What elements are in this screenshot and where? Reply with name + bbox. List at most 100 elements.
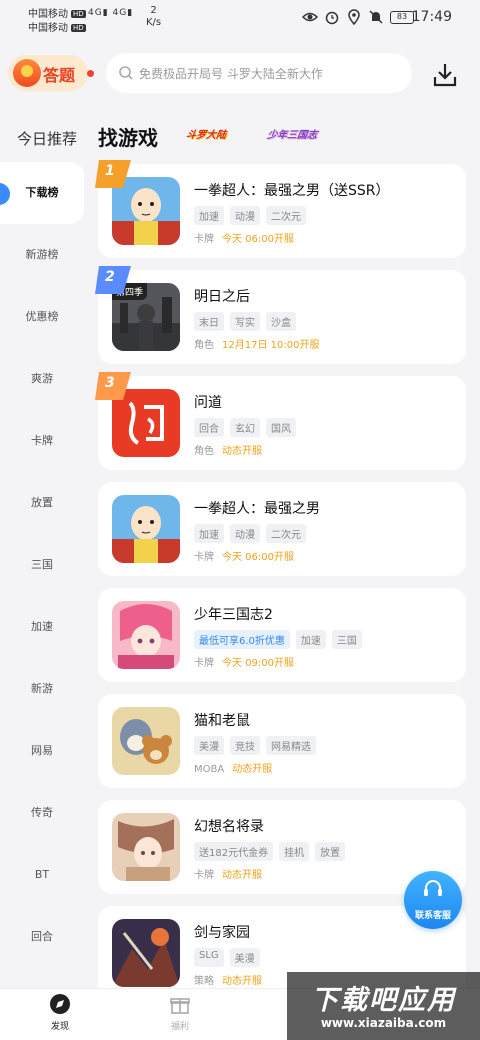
signal-indicators: 4G▮ 4G▮ bbox=[88, 8, 134, 18]
game-icon-huanxiang bbox=[112, 813, 180, 881]
game-category: 策略 bbox=[194, 976, 214, 987]
game-category: MOBA bbox=[194, 764, 225, 775]
server-open-time: 今天 09:00开服 bbox=[222, 658, 294, 669]
nav-discover[interactable]: 发现 bbox=[30, 993, 90, 1032]
game-tag: 三国 bbox=[331, 630, 362, 649]
nav-welfare-label: 福利 bbox=[170, 1022, 189, 1032]
game-card[interactable]: 一拳超人：最强之男 加速 动漫 二次元 卡牌 今天 06:00开服 bbox=[98, 482, 466, 576]
alarm-icon bbox=[325, 11, 339, 25]
game-icon-onepunch bbox=[112, 495, 180, 563]
tab-shaonian-sanguo-logo[interactable]: 少年三国志 bbox=[263, 127, 318, 145]
rank-badge: 2 bbox=[95, 266, 131, 294]
tab-find-games[interactable]: 找游戏 bbox=[98, 122, 158, 151]
search-icon bbox=[119, 66, 133, 80]
game-card[interactable]: 少年三国志2 最低可享6.0折优惠 加速 三国 卡牌 今天 09:00开服 bbox=[98, 588, 466, 682]
server-open-time: 动态开服 bbox=[222, 446, 262, 457]
game-card[interactable]: 1 一拳超人：最强之男（送SSR） 加速 动漫 二次元 卡牌 今天 06:00开服 bbox=[95, 160, 466, 258]
game-tag: 玄幻 bbox=[230, 418, 260, 437]
sidebar-item-legend[interactable]: 传奇 bbox=[0, 782, 84, 844]
game-tags: 最低可享6.0折优惠 加速 三国 bbox=[194, 630, 362, 649]
game-tags: 送182元代金券 挂机 放置 bbox=[194, 842, 346, 861]
compass-icon bbox=[50, 994, 70, 1014]
customer-service-button[interactable]: 联系客服 bbox=[404, 871, 462, 929]
sidebar-item-new[interactable]: 新游 bbox=[0, 658, 84, 720]
download-icon[interactable] bbox=[430, 60, 460, 90]
game-tag: 国风 bbox=[266, 418, 296, 437]
game-meta: MOBA 动态开服 bbox=[194, 760, 272, 775]
sidebar-item-three-kingdoms[interactable]: 三国 bbox=[0, 534, 84, 596]
game-category: 卡牌 bbox=[194, 658, 214, 669]
game-tag: 美漫 bbox=[194, 736, 224, 755]
headset-icon bbox=[424, 880, 442, 896]
eye-icon bbox=[302, 12, 318, 22]
sidebar-item-downloads[interactable]: 下载榜 bbox=[0, 162, 84, 224]
game-tag: 二次元 bbox=[266, 206, 306, 225]
game-tag: SLG bbox=[194, 948, 224, 967]
carrier-1: 中国移动 HD bbox=[28, 9, 86, 20]
game-meta: 卡牌 今天 06:00开服 bbox=[194, 548, 294, 563]
discount-tag: 最低可享6.0折优惠 bbox=[194, 630, 290, 649]
game-category: 角色 bbox=[194, 340, 214, 351]
notification-dot bbox=[87, 70, 94, 77]
category-sidebar: 下载榜 新游榜 优惠榜 爽游 卡牌 放置 三国 加速 新游 网易 传奇 BT 回… bbox=[0, 158, 84, 988]
server-open-time: 今天 06:00开服 bbox=[222, 234, 294, 245]
sidebar-item-new-games[interactable]: 新游榜 bbox=[0, 224, 84, 286]
game-tags: SLG 美漫 bbox=[194, 948, 260, 967]
game-tag: 放置 bbox=[315, 842, 346, 861]
game-tag: 加速 bbox=[194, 206, 224, 225]
rank-badge: 1 bbox=[95, 160, 131, 188]
game-card[interactable]: 3 问道 回合 玄幻 国风 角色 动态开服 bbox=[95, 372, 466, 470]
game-tags: 加速 动漫 二次元 bbox=[194, 524, 306, 543]
game-tags: 美漫 竞技 网易精选 bbox=[194, 736, 316, 755]
sidebar-item-card[interactable]: 卡牌 bbox=[0, 410, 84, 472]
game-tags: 回合 玄幻 国风 bbox=[194, 418, 296, 437]
game-title: 问道 bbox=[194, 395, 222, 411]
tab-today-recommend[interactable]: 今日推荐 bbox=[17, 128, 77, 149]
game-tag: 加速 bbox=[194, 524, 224, 543]
watermark-title: 下载吧应用 bbox=[311, 985, 456, 1016]
game-tag: 挂机 bbox=[279, 842, 310, 861]
sidebar-item-netease[interactable]: 网易 bbox=[0, 720, 84, 782]
game-category: 卡牌 bbox=[194, 870, 214, 881]
game-meta: 角色 12月17日 10:00开服 bbox=[194, 336, 319, 351]
game-category: 角色 bbox=[194, 446, 214, 457]
battery-icon: 83 bbox=[390, 10, 414, 24]
game-card[interactable]: 猫和老鼠 美漫 竞技 网易精选 MOBA 动态开服 bbox=[98, 694, 466, 788]
header: 答题 免费极品开局号 斗罗大陆全新大作 bbox=[0, 38, 480, 108]
game-tag: 末日 bbox=[194, 312, 224, 331]
search-input[interactable]: 免费极品开局号 斗罗大陆全新大作 bbox=[106, 53, 412, 93]
game-tag: 美漫 bbox=[229, 948, 260, 967]
sidebar-item-idle[interactable]: 放置 bbox=[0, 472, 84, 534]
game-tag: 网易精选 bbox=[266, 736, 316, 755]
server-open-time: 动态开服 bbox=[222, 976, 262, 987]
location-icon bbox=[348, 9, 360, 25]
tab-douluo-logo[interactable]: 斗罗大陆 bbox=[182, 127, 239, 145]
game-tag: 加速 bbox=[295, 630, 326, 649]
game-category: 卡牌 bbox=[194, 234, 214, 245]
coupon-tag: 送182元代金券 bbox=[194, 842, 274, 861]
nav-discover-label: 发现 bbox=[50, 1022, 69, 1032]
game-icon-tomjerry bbox=[112, 707, 180, 775]
watermark-url: www.xiazaiba.com bbox=[320, 1016, 447, 1030]
sidebar-item-bt[interactable]: BT bbox=[0, 844, 84, 906]
network-speed: 2 K/s bbox=[146, 5, 162, 28]
game-tag: 动漫 bbox=[230, 524, 260, 543]
answer-quiz-label: 答题 bbox=[43, 66, 76, 85]
sidebar-item-accelerate[interactable]: 加速 bbox=[0, 596, 84, 658]
game-card[interactable]: 第四季 2 明日之后 末日 写实 沙盒 角色 12月17日 10:00开服 bbox=[95, 266, 466, 364]
answer-quiz-button[interactable]: 答题 bbox=[8, 55, 94, 91]
game-tag: 写实 bbox=[230, 312, 260, 331]
sidebar-item-discounts[interactable]: 优惠榜 bbox=[0, 286, 84, 348]
gift-icon bbox=[170, 998, 190, 1014]
game-title: 少年三国志2 bbox=[194, 607, 273, 623]
nav-welfare[interactable]: 福利 bbox=[150, 993, 210, 1032]
game-meta: 卡牌 今天 06:00开服 bbox=[194, 230, 294, 245]
status-bar: 中国移动 HD 中国移动 HD 4G▮ 4G▮ 2 K/s 83 17:49 bbox=[0, 0, 480, 38]
game-meta: 卡牌 今天 09:00开服 bbox=[194, 654, 294, 669]
sidebar-item-casual[interactable]: 爽游 bbox=[0, 348, 84, 410]
server-open-time: 动态开服 bbox=[232, 764, 273, 775]
server-open-time: 动态开服 bbox=[222, 870, 262, 881]
active-marker bbox=[0, 183, 10, 205]
game-title: 明日之后 bbox=[194, 289, 250, 305]
sidebar-item-turn-based[interactable]: 回合 bbox=[0, 906, 84, 968]
